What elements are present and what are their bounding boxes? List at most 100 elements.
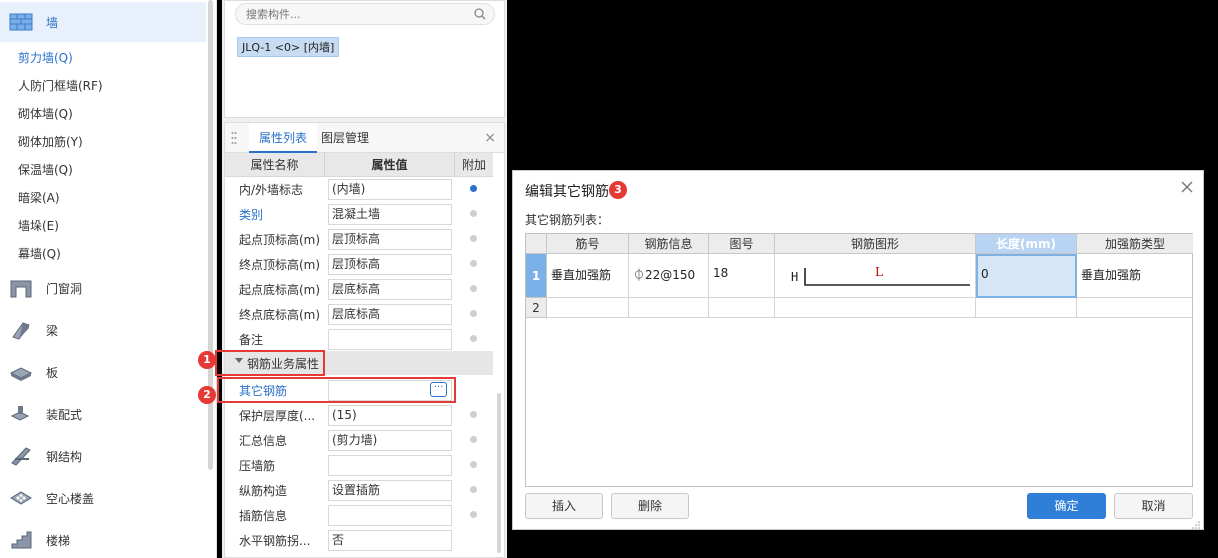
property-row: 终点顶标高(m) 层顶标高 — [225, 252, 493, 277]
wall-icon — [8, 10, 34, 34]
attached-checkbox[interactable] — [470, 285, 477, 292]
property-value[interactable] — [328, 505, 452, 526]
shape-h-label: H — [791, 270, 799, 284]
category-door-window-opening[interactable]: 门窗洞 — [0, 268, 206, 308]
grid-cell[interactable]: ⏀22@150 — [629, 254, 709, 298]
tab-layer-manager[interactable]: 图层管理 — [311, 123, 379, 153]
property-value[interactable]: 设置插筋 — [328, 480, 452, 501]
attached-checkbox[interactable] — [470, 235, 477, 242]
close-icon[interactable]: × — [484, 130, 496, 146]
cancel-button[interactable]: 取消 — [1114, 493, 1193, 519]
category-wall[interactable]: 墙 — [0, 2, 206, 42]
property-row: 水平钢筋拐... 否 — [225, 528, 493, 553]
attached-checkbox[interactable] — [470, 185, 477, 192]
property-scrollbar[interactable] — [497, 393, 501, 553]
property-value[interactable]: 层顶标高 — [328, 229, 452, 250]
property-value[interactable]: 否 — [328, 530, 452, 551]
property-row: 终点底标高(m) 层底标高 — [225, 302, 493, 327]
grid-cell[interactable] — [775, 298, 976, 318]
slab-icon — [8, 360, 34, 384]
property-name: 起点底标高(m) — [239, 283, 321, 297]
category-label: 梁 — [46, 323, 59, 338]
grid-cell[interactable]: 垂直加强筋 — [1077, 254, 1193, 298]
middle-panel: JLQ-1 <0> [内墙] 属性列表 图层管理 × 属性名称 属性值 附加 内… — [222, 0, 507, 558]
sub-item-shear-wall[interactable]: 剪力墙(Q) — [18, 49, 73, 67]
grid-cell[interactable]: 垂直加强筋 — [547, 254, 629, 298]
highlight-box-other-rebar — [217, 377, 456, 403]
attached-checkbox[interactable] — [470, 335, 477, 342]
grid-cell[interactable] — [629, 298, 709, 318]
property-value[interactable] — [328, 329, 452, 350]
stairs-icon — [8, 528, 34, 552]
delete-button[interactable]: 删除 — [611, 493, 689, 519]
category-hollow-floor[interactable]: 空心楼盖 — [0, 478, 206, 518]
category-label: 空心楼盖 — [46, 491, 95, 506]
ok-button[interactable]: 确定 — [1027, 493, 1106, 519]
attached-checkbox[interactable] — [470, 260, 477, 267]
step-badge-1: 1 — [198, 351, 216, 369]
attached-checkbox[interactable] — [470, 461, 477, 468]
sub-item-curtain-wall[interactable]: 幕墙(Q) — [18, 245, 61, 263]
attached-checkbox[interactable] — [470, 436, 477, 443]
tab-property-list[interactable]: 属性列表 — [249, 123, 318, 153]
attached-checkbox[interactable] — [470, 486, 477, 493]
edit-other-rebar-dialog: 编辑其它钢筋 3 其它钢筋列表： 筋号 钢筋信息 图号 钢筋图形 长度(mm) … — [512, 170, 1204, 530]
property-value[interactable]: 混凝土墙 — [328, 204, 452, 225]
sub-item-wall-pier[interactable]: 墙垛(E) — [18, 217, 59, 235]
grid-header: 加强筋类型 — [1077, 234, 1193, 254]
property-name: 起点顶标高(m) — [239, 233, 321, 247]
length-cell[interactable]: 0 — [976, 254, 1077, 298]
row-number[interactable]: 1 — [526, 254, 547, 298]
property-value[interactable]: 层顶标高 — [328, 254, 452, 275]
steel-structure-icon — [8, 444, 34, 468]
property-name: 终点底标高(m) — [239, 308, 321, 322]
search-icon[interactable] — [474, 7, 486, 24]
search-box[interactable] — [235, 3, 495, 25]
rebar-shape-cell[interactable]: H L — [775, 254, 976, 298]
attached-checkbox[interactable] — [470, 210, 477, 217]
property-value[interactable]: 层底标高 — [328, 279, 452, 300]
category-slab[interactable]: 板 — [0, 352, 206, 392]
grid-header: 筋号 — [547, 234, 629, 254]
header-property-value: 属性值 — [325, 153, 455, 177]
grid-corner — [526, 234, 547, 254]
property-name: 压墙筋 — [239, 459, 276, 473]
sub-item-masonry-reinforcement[interactable]: 砌体加筋(Y) — [18, 133, 83, 151]
property-row: 纵筋构造 设置插筋 — [225, 478, 493, 503]
property-value[interactable]: (剪力墙) — [328, 430, 452, 451]
close-icon[interactable] — [1179, 179, 1195, 195]
category-stairs[interactable]: 楼梯 — [0, 520, 206, 558]
grid-cell[interactable] — [976, 298, 1077, 318]
property-name: 内/外墙标志 — [239, 183, 304, 197]
grid-cell[interactable]: 18 — [709, 254, 775, 298]
category-label: 板 — [46, 365, 59, 380]
sub-item-hidden-beam[interactable]: 暗梁(A) — [18, 189, 60, 207]
property-name: 插筋信息 — [239, 509, 288, 523]
sub-item-insulation-wall[interactable]: 保温墙(Q) — [18, 161, 73, 179]
property-value[interactable] — [328, 455, 452, 476]
property-value[interactable]: (内墙) — [328, 179, 452, 200]
sub-item-masonry-wall[interactable]: 砌体墙(Q) — [18, 105, 73, 123]
grid-header: 图号 — [709, 234, 775, 254]
component-item[interactable]: JLQ-1 <0> [内墙] — [237, 37, 340, 57]
sub-item-civil-defense-door-wall[interactable]: 人防门框墙(RF) — [18, 77, 103, 95]
insert-button[interactable]: 插入 — [525, 493, 603, 519]
dialog-title: 编辑其它钢筋 — [525, 184, 609, 200]
attached-checkbox[interactable] — [470, 511, 477, 518]
grid-cell[interactable] — [547, 298, 629, 318]
category-prefab[interactable]: 装配式 — [0, 394, 206, 434]
row-number[interactable]: 2 — [526, 298, 547, 318]
search-input[interactable] — [246, 7, 466, 21]
property-name: 类别 — [239, 208, 264, 222]
grid-cell[interactable] — [1077, 298, 1193, 318]
attached-checkbox[interactable] — [470, 310, 477, 317]
resize-grip-icon[interactable] — [1192, 518, 1200, 529]
attached-checkbox[interactable] — [470, 411, 477, 418]
property-value[interactable]: 层底标高 — [328, 304, 452, 325]
category-steel-structure[interactable]: 钢结构 — [0, 436, 206, 476]
grid-cell[interactable] — [709, 298, 775, 318]
category-label: 门窗洞 — [46, 281, 83, 296]
category-beam[interactable]: 梁 — [0, 310, 206, 350]
property-value[interactable]: (15) — [328, 405, 452, 426]
drag-handle-icon[interactable] — [231, 131, 237, 145]
